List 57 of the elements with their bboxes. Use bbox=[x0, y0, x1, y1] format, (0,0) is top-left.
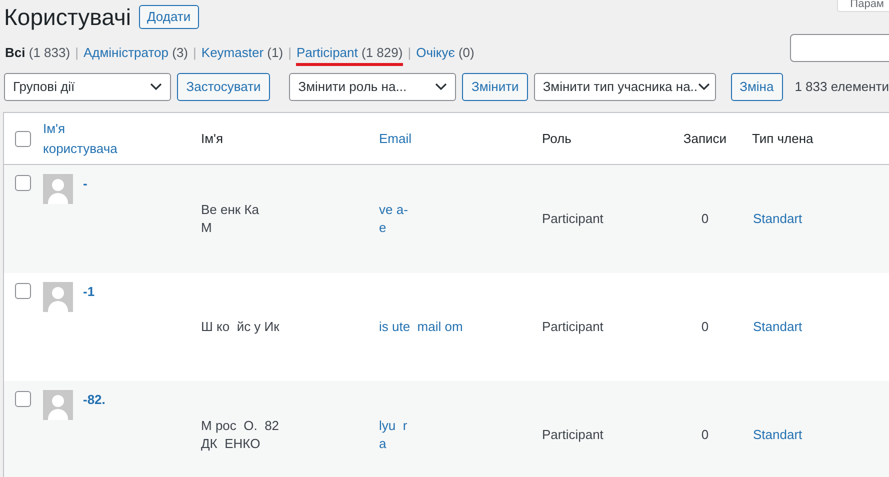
posts-count: 0 bbox=[701, 426, 709, 444]
separator-text: | bbox=[408, 44, 412, 62]
chevron-down-icon bbox=[150, 83, 162, 91]
checkbox[interactable] bbox=[15, 283, 31, 299]
email-link[interactable]: a bbox=[379, 435, 535, 453]
posts-count: 0 bbox=[701, 318, 709, 336]
posts-count: 0 bbox=[701, 210, 709, 228]
column-header[interactable]: Ім'я користувача bbox=[43, 119, 143, 158]
column-header: Роль bbox=[542, 130, 572, 146]
action-button[interactable]: Застосувати bbox=[177, 73, 270, 101]
dropdown-select[interactable]: Змінити тип учасника на.. bbox=[534, 73, 716, 101]
separator-text: | bbox=[288, 44, 292, 62]
role-text: Participant bbox=[542, 318, 604, 336]
action-button[interactable]: Змінити bbox=[462, 73, 528, 101]
add-button[interactable]: Додати bbox=[138, 5, 199, 29]
filter-link[interactable]: Participant (1 829) bbox=[296, 40, 403, 66]
role-text: Participant bbox=[542, 210, 604, 228]
username-link[interactable]: -82. bbox=[83, 390, 106, 410]
dropdown-select[interactable]: Змінити роль на... bbox=[289, 73, 456, 101]
avatar-placeholder bbox=[43, 174, 73, 204]
chevron-down-icon bbox=[698, 83, 710, 91]
column-header: Ім'я bbox=[201, 130, 224, 146]
avatar-placeholder bbox=[43, 282, 73, 312]
page-title: Користувачі bbox=[4, 4, 131, 30]
checkbox[interactable] bbox=[15, 130, 31, 146]
column-header[interactable]: Email bbox=[379, 128, 479, 148]
member-type-link[interactable]: Standart bbox=[753, 317, 802, 337]
name-text: М bbox=[201, 219, 213, 237]
checkbox[interactable] bbox=[15, 175, 31, 191]
avatar-placeholder bbox=[43, 390, 73, 420]
action-button[interactable]: Зміна bbox=[730, 73, 783, 101]
items-count: 1 833 елементи bbox=[794, 78, 889, 96]
email-link[interactable]: is ute mail om bbox=[379, 318, 535, 336]
username-link[interactable]: -1 bbox=[83, 282, 95, 302]
email-link[interactable]: ve a- bbox=[379, 201, 535, 219]
column-header: Записи bbox=[683, 130, 727, 146]
member-type-link[interactable]: Standart bbox=[753, 209, 802, 229]
separator-text: | bbox=[193, 44, 196, 62]
email-link[interactable]: lyu r bbox=[379, 417, 535, 435]
search-field[interactable] bbox=[790, 34, 889, 62]
email-link[interactable]: e bbox=[379, 219, 535, 237]
name-text: ДК ЕНКО bbox=[201, 435, 262, 453]
filter-link[interactable]: Очікує (0) bbox=[416, 40, 474, 66]
chevron-down-icon bbox=[435, 83, 448, 91]
name-text: Ве енк Ка bbox=[201, 201, 260, 219]
filter-link[interactable]: Keymaster (1) bbox=[201, 40, 284, 66]
checkbox[interactable] bbox=[15, 391, 31, 407]
username-link[interactable]: - bbox=[83, 174, 88, 194]
member-type-link[interactable]: Standart bbox=[753, 425, 802, 445]
filter-link[interactable]: Всі (1 833) bbox=[5, 40, 70, 66]
separator-text: | bbox=[75, 44, 78, 62]
name-text: М рос О. 82 bbox=[201, 417, 280, 435]
dropdown-select[interactable]: Групові дії bbox=[4, 73, 172, 101]
name-text: Ш ко йс у Ик bbox=[201, 318, 280, 336]
role-text: Participant bbox=[542, 426, 604, 444]
filter-link[interactable]: Адміністратор (3) bbox=[83, 40, 188, 66]
column-header: Тип члена bbox=[752, 130, 814, 146]
